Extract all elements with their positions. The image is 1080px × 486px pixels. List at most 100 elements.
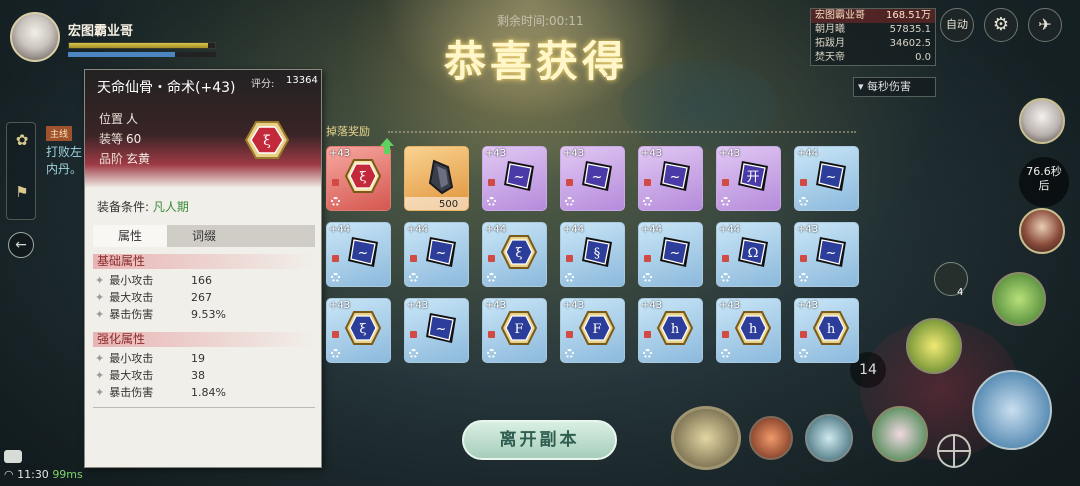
gem-icon: ~ <box>348 237 378 267</box>
lock-icon <box>566 255 573 262</box>
chat-icon[interactable] <box>4 450 22 463</box>
bind-icon <box>487 349 496 358</box>
reward-item[interactable]: +43 h <box>794 298 859 363</box>
svg-text:~: ~ <box>358 246 369 261</box>
stat-row: ✦ 暴击伤害 9.53% <box>95 308 226 321</box>
reward-item[interactable]: +44 ~ <box>326 222 391 287</box>
svg-text:F: F <box>592 322 601 337</box>
gear-icon[interactable]: ⚙ <box>984 8 1018 42</box>
damage-mode-dropdown[interactable]: ▾ 每秒伤害 <box>853 77 936 97</box>
reward-item[interactable]: +43 ξ <box>326 298 391 363</box>
skill-sword-icon[interactable] <box>992 272 1046 326</box>
reward-item[interactable]: +43 h <box>716 298 781 363</box>
tab-attributes[interactable]: 属性 <box>93 225 167 247</box>
reward-item[interactable]: +44 ~ <box>794 146 859 211</box>
bind-icon <box>409 349 418 358</box>
svg-text:F: F <box>514 322 523 337</box>
leave-dungeon-button[interactable]: 离开副本 <box>462 420 617 460</box>
reward-item[interactable]: +44 ξ <box>482 222 547 287</box>
potion-count: 4 <box>957 287 964 298</box>
quantity-bar <box>405 197 468 210</box>
quest-side-tab[interactable]: ✿ ⚑ <box>6 122 36 220</box>
damage-row: 拓跋月 34602.5 <box>815 38 931 49</box>
svg-text:Ω: Ω <box>748 246 759 261</box>
bee-icon[interactable]: ✿ <box>13 131 31 149</box>
reward-item[interactable]: +44 Ω <box>716 222 781 287</box>
rewards-label: 掉落奖励 <box>326 125 370 138</box>
attack-sword-icon[interactable] <box>972 370 1052 450</box>
ally-avatar[interactable] <box>1019 208 1065 254</box>
lock-icon <box>644 331 651 338</box>
quest-tag: 主线 <box>46 126 73 141</box>
gem-icon: ~ <box>426 237 456 267</box>
reward-item[interactable]: +43 ξ <box>326 146 391 211</box>
bind-icon <box>721 349 730 358</box>
lock-icon <box>488 179 495 186</box>
reward-item[interactable]: +44 ~ <box>638 222 703 287</box>
ultimate-skill-icon[interactable] <box>671 406 741 470</box>
bind-icon <box>643 273 652 282</box>
bind-icon <box>487 273 496 282</box>
svg-text:~: ~ <box>514 170 525 185</box>
lock-icon <box>722 179 729 186</box>
stat-row: ✦ 最小攻击 19 <box>95 352 205 365</box>
lock-icon <box>410 331 417 338</box>
target-lock-icon[interactable] <box>937 434 971 468</box>
stat-row: ✦ 最小攻击 166 <box>95 274 212 287</box>
svg-text:~: ~ <box>826 246 837 261</box>
reward-item[interactable]: +44 § <box>560 222 625 287</box>
reward-item[interactable]: 500 <box>404 146 469 211</box>
stat-row: ✦ 最大攻击 267 <box>95 291 212 304</box>
reward-item[interactable]: +43 F <box>560 298 625 363</box>
auto-button[interactable]: 自动 <box>940 8 974 42</box>
reward-item[interactable]: +43 ~ <box>794 222 859 287</box>
reward-item[interactable]: +43 开 <box>716 146 781 211</box>
lock-icon <box>488 255 495 262</box>
svg-text:~: ~ <box>670 246 681 261</box>
reward-item[interactable]: +43 ~ <box>638 146 703 211</box>
gem-icon: ~ <box>426 313 456 343</box>
reward-item[interactable]: +43 h <box>638 298 703 363</box>
skill-claw-icon[interactable] <box>749 416 793 460</box>
countdown-timer: 剩余时间:00:11 <box>497 14 584 28</box>
gem-icon: h <box>734 311 772 345</box>
reward-item[interactable]: +43 ~ <box>560 146 625 211</box>
skill-lotus-icon[interactable] <box>805 414 853 462</box>
gem-icon: ~ <box>816 161 846 191</box>
reward-item[interactable]: +43 ~ <box>482 146 547 211</box>
clock-time: 11:30 <box>17 468 49 481</box>
bind-icon <box>721 197 730 206</box>
grade-row: 品阶 玄黄 <box>99 152 151 166</box>
gem-icon: F <box>578 311 616 345</box>
lock-icon <box>332 179 339 186</box>
flag-icon[interactable]: ⚑ <box>13 183 31 201</box>
tab-affixes[interactable]: 词缀 <box>167 225 241 247</box>
background-foliage <box>620 60 780 150</box>
bind-icon <box>487 197 496 206</box>
collapse-arrow-icon[interactable]: ← <box>8 232 34 258</box>
base-attributes-header: 基础属性 <box>93 254 315 269</box>
reward-item[interactable]: +43 ~ <box>404 298 469 363</box>
svg-text:h: h <box>671 322 680 337</box>
reward-item[interactable]: +44 ~ <box>404 222 469 287</box>
gem-icon: h <box>812 311 850 345</box>
gem-icon: ξ <box>344 311 382 345</box>
svg-text:~: ~ <box>592 170 603 185</box>
stat-row: ✦ 最大攻击 38 <box>95 369 205 382</box>
bind-icon <box>331 273 340 282</box>
lock-icon <box>488 331 495 338</box>
mp-bar <box>68 52 216 57</box>
bind-icon <box>799 273 808 282</box>
reward-item[interactable]: +43 F <box>482 298 547 363</box>
quest-text[interactable]: 打败左内丹。 <box>46 144 86 178</box>
ally-avatar[interactable] <box>1019 98 1065 144</box>
player-avatar[interactable] <box>10 12 60 62</box>
damage-row: 焚天帝 0.0 <box>815 52 931 63</box>
exit-dungeon-icon[interactable]: ✈ <box>1028 8 1062 42</box>
score-value: 13364 <box>286 75 318 86</box>
skill-hero-icon[interactable] <box>872 406 928 462</box>
lock-icon <box>566 179 573 186</box>
lock-icon <box>800 255 807 262</box>
skill-mask-icon[interactable] <box>906 318 962 374</box>
revive-timer: 76.6秒后 <box>1019 157 1069 207</box>
